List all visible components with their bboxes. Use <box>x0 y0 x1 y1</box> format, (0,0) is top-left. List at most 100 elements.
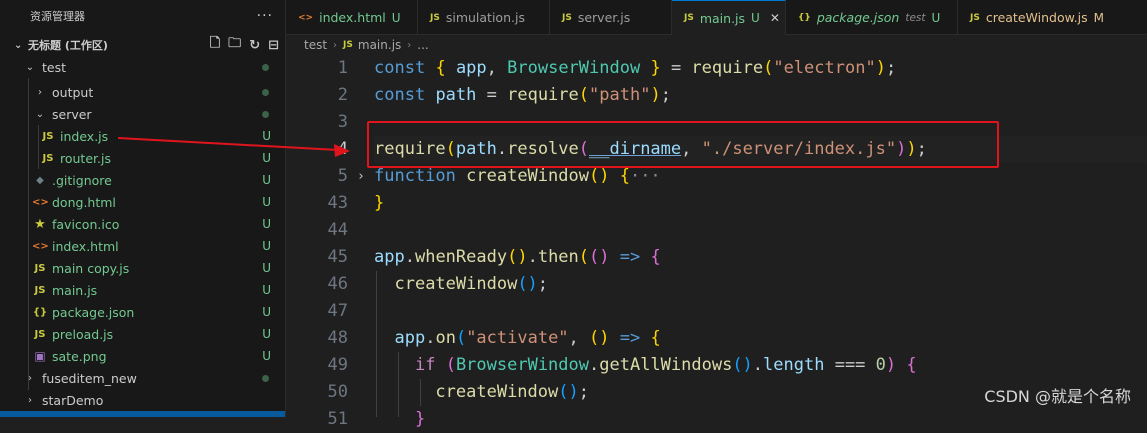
new-file-icon[interactable]: 🗋 <box>210 34 220 56</box>
file-name: preload.js <box>52 326 114 342</box>
code-text: createWindow(); <box>394 274 549 294</box>
close-icon[interactable]: ✕ <box>770 11 780 25</box>
line-number: 2 <box>337 85 348 105</box>
breadcrumb-symbol[interactable]: ... <box>417 38 428 52</box>
explorer-actions: 🗋 🗀 ↻ ⊟ <box>210 34 279 56</box>
chevron-down-icon: ⌄ <box>14 39 23 51</box>
watermark: CSDN @就是个名称 <box>984 387 1131 406</box>
code-text: createWindow(); <box>435 382 589 402</box>
code-text: if (BrowserWindow.getAllWindows().length… <box>414 355 917 375</box>
tree-folder-output[interactable]: › output <box>0 81 285 103</box>
status-dot <box>262 63 269 71</box>
gitignore-file-icon: ◆ <box>36 174 44 186</box>
tree-file-index-html[interactable]: <> index.html U <box>0 235 285 257</box>
tab-label: simulation.js <box>445 10 525 25</box>
status-dot <box>262 110 269 118</box>
git-status-badge: U <box>262 327 271 341</box>
git-status-badge: U <box>262 305 271 319</box>
refresh-icon[interactable]: ↻ <box>249 38 260 53</box>
new-folder-icon[interactable]: 🗀 <box>228 34 241 56</box>
code-text: } <box>414 409 426 429</box>
tab-package-json[interactable]: {} package.json test U <box>786 0 958 35</box>
git-status-badge: U <box>931 10 941 25</box>
indent-guide <box>420 379 421 406</box>
tree-file-package-json[interactable]: {} package.json U <box>0 301 285 323</box>
tree-file-router-js[interactable]: JS router.js U <box>0 147 285 169</box>
tree-file-gitignore[interactable]: ◆ .gitignore U <box>0 169 285 191</box>
chevron-right-icon: › <box>28 372 32 384</box>
code-editor[interactable]: 1 const { app, BrowserWindow } = require… <box>286 55 1147 429</box>
tab-label: index.html <box>319 10 386 25</box>
js-file-icon: JS <box>430 12 440 23</box>
git-status-badge: U <box>391 10 401 25</box>
git-status-badge: M <box>1093 10 1104 25</box>
breadcrumb-folder[interactable]: test <box>304 38 327 52</box>
breadcrumb-file[interactable]: main.js <box>358 38 401 52</box>
tab-server-js[interactable]: JS server.js <box>550 0 672 35</box>
folder-name: server <box>52 106 92 122</box>
folder-name: test <box>42 59 67 75</box>
code-text: app.whenReady().then(() => { <box>374 247 661 267</box>
editor-tabs: <> index.html U JS simulation.js JS serv… <box>286 0 1147 35</box>
tree-folder-test[interactable]: ⌄ test <box>0 56 285 78</box>
code-line: 46 createWindow(); <box>286 271 1147 298</box>
more-actions-icon[interactable]: ··· <box>257 8 273 24</box>
git-status-badge: U <box>262 349 271 363</box>
code-line: 48 app.on("activate", () => { <box>286 325 1147 352</box>
indent-guide <box>398 352 399 417</box>
tree-folder-fuseditem-new[interactable]: › fuseditem_new <box>0 367 285 389</box>
tree-file-favicon[interactable]: ★ favicon.ico U <box>0 213 285 235</box>
file-name: dong.html <box>52 194 116 210</box>
git-status-badge: U <box>262 283 271 297</box>
json-file-icon: {} <box>32 306 48 318</box>
code-text: const { app, BrowserWindow } = require("… <box>374 58 897 78</box>
tree-file-main-js[interactable]: JS main.js U <box>0 279 285 301</box>
line-number: 48 <box>327 328 348 348</box>
tree-file-server-index-js[interactable]: JS index.js U <box>0 125 285 147</box>
tab-description: test <box>905 11 926 24</box>
html-file-icon: <> <box>32 240 49 252</box>
js-file-icon: JS <box>343 40 353 50</box>
chevron-down-icon: ⌄ <box>35 108 45 120</box>
tab-index-html[interactable]: <> index.html U <box>286 0 418 35</box>
code-line: 45 app.whenReady().then(() => { <box>286 244 1147 271</box>
workspace-row[interactable]: ⌄ 无标题 (工作区) 🗋 🗀 ↻ ⊟ <box>0 34 285 56</box>
file-name: router.js <box>60 150 111 166</box>
tab-label: main.js <box>699 10 746 26</box>
code-line: 44 <box>286 217 1147 244</box>
tab-label: createWindow.js <box>985 10 1088 25</box>
code-line: 51 } <box>286 406 1147 433</box>
explorer-title: 资源管理器 <box>30 10 85 23</box>
tab-simulation-js[interactable]: JS simulation.js <box>418 0 550 35</box>
line-number: 49 <box>327 355 348 375</box>
breadcrumb: test › JS main.js › ... <box>286 35 1147 55</box>
line-number: 46 <box>327 274 348 294</box>
js-file-icon: JS <box>34 262 46 274</box>
file-name: main.js <box>52 282 98 298</box>
tab-main-js[interactable]: JS main.js U ✕ <box>672 0 786 35</box>
folder-name: fuseditem_new <box>42 370 137 386</box>
tree-file-dong-html[interactable]: <> dong.html U <box>0 191 285 213</box>
line-number: 50 <box>327 382 348 402</box>
collapse-all-icon[interactable]: ⊟ <box>268 38 279 53</box>
line-number: 47 <box>327 301 348 321</box>
tree-file-main-copy-js[interactable]: JS main copy.js U <box>0 257 285 279</box>
js-file-icon: JS <box>42 130 54 142</box>
tree-file-sate-png[interactable]: ▣ sate.png U <box>0 345 285 367</box>
json-file-icon: {} <box>798 12 811 23</box>
code-line: 49 if (BrowserWindow.getAllWindows().len… <box>286 352 1147 379</box>
tab-label: server.js <box>577 10 631 25</box>
js-file-icon: JS <box>970 12 980 23</box>
tree-folder-stardemo[interactable]: › starDemo <box>0 389 285 411</box>
js-file-icon: JS <box>34 284 46 296</box>
tree-folder-server[interactable]: ⌄ server <box>0 103 285 125</box>
tab-createwindow-js[interactable]: JS createWindow.js M <box>958 0 1147 35</box>
git-status-badge: U <box>262 195 271 209</box>
js-file-icon: JS <box>42 152 54 164</box>
code-line: 2 const path = require("path"); <box>286 82 1147 109</box>
file-name: package.json <box>52 304 135 320</box>
line-number: 5 <box>337 166 348 186</box>
tree-file-preload-js[interactable]: JS preload.js U <box>0 323 285 345</box>
chevron-right-icon[interactable]: › <box>357 163 365 190</box>
code-line: 47 <box>286 298 1147 325</box>
